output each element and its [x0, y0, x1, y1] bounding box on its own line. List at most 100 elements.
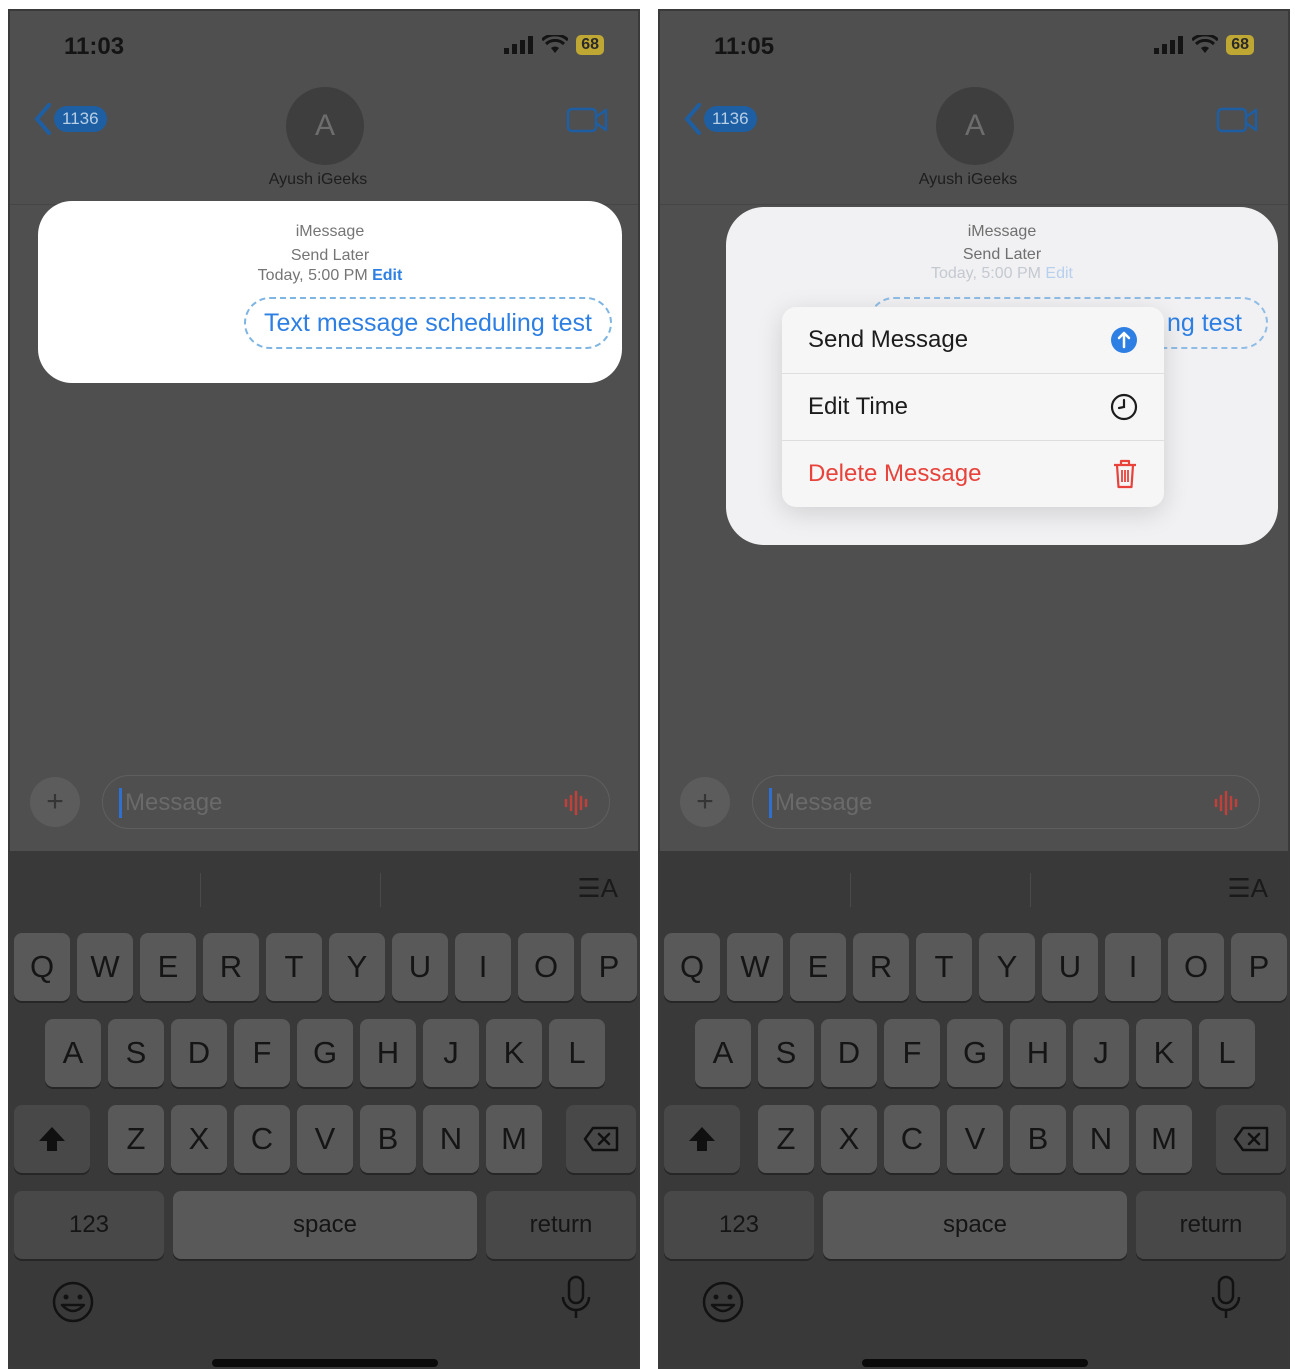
key-v[interactable]: V	[947, 1105, 1003, 1173]
key-b[interactable]: B	[360, 1105, 416, 1173]
scheduled-message-bubble[interactable]: Text message scheduling test	[244, 297, 612, 349]
key-f[interactable]: F	[884, 1019, 940, 1087]
key-z[interactable]: Z	[758, 1105, 814, 1173]
text-format-icon[interactable]: ☰A	[577, 873, 618, 904]
key-l[interactable]: L	[549, 1019, 605, 1087]
emoji-icon[interactable]	[50, 1279, 96, 1325]
add-attachment-button[interactable]: +	[30, 777, 80, 827]
delete-key[interactable]	[1216, 1105, 1286, 1173]
suggestion-divider	[200, 873, 201, 907]
key-g[interactable]: G	[297, 1019, 353, 1087]
menu-item-label: Delete Message	[808, 460, 982, 487]
key-q[interactable]: Q	[664, 933, 720, 1001]
key-s[interactable]: S	[758, 1019, 814, 1087]
key-m[interactable]: M	[486, 1105, 542, 1173]
key-d[interactable]: D	[821, 1019, 877, 1087]
key-n[interactable]: N	[1073, 1105, 1129, 1173]
key-u[interactable]: U	[392, 933, 448, 1001]
audio-waveform-icon[interactable]	[563, 790, 591, 816]
key-o[interactable]: O	[1168, 933, 1224, 1001]
key-w[interactable]: W	[727, 933, 783, 1001]
suggestion-bar: ☰A	[660, 851, 1288, 929]
key-a[interactable]: A	[45, 1019, 101, 1087]
message-input[interactable]	[775, 786, 1195, 820]
key-x[interactable]: X	[171, 1105, 227, 1173]
plus-icon: +	[696, 785, 714, 818]
contact-name[interactable]: Ayush iGeeks	[660, 171, 1276, 189]
delete-key[interactable]	[566, 1105, 636, 1173]
key-t[interactable]: T	[916, 933, 972, 1001]
key-l[interactable]: L	[1199, 1019, 1255, 1087]
key-w[interactable]: W	[77, 933, 133, 1001]
shift-key[interactable]	[664, 1105, 740, 1173]
numbers-key[interactable]: 123	[14, 1191, 164, 1259]
key-r[interactable]: R	[853, 933, 909, 1001]
key-y[interactable]: Y	[329, 933, 385, 1001]
key-n[interactable]: N	[423, 1105, 479, 1173]
key-k[interactable]: K	[1136, 1019, 1192, 1087]
send-message-menu-item[interactable]: Send Message	[782, 307, 1164, 373]
audio-waveform-icon[interactable]	[1213, 790, 1241, 816]
key-i[interactable]: I	[1105, 933, 1161, 1001]
key-f[interactable]: F	[234, 1019, 290, 1087]
key-x[interactable]: X	[821, 1105, 877, 1173]
scheduled-message-card: iMessage Send Later Today, 5:00 PM Edit …	[38, 201, 622, 383]
key-k[interactable]: K	[486, 1019, 542, 1087]
key-j[interactable]: J	[1073, 1019, 1129, 1087]
edit-schedule-link[interactable]: Edit	[372, 267, 402, 284]
key-e[interactable]: E	[140, 933, 196, 1001]
edit-time-menu-item[interactable]: Edit Time	[782, 374, 1164, 440]
avatar[interactable]: A	[936, 87, 1014, 165]
key-i[interactable]: I	[455, 933, 511, 1001]
key-h[interactable]: H	[1010, 1019, 1066, 1087]
key-t[interactable]: T	[266, 933, 322, 1001]
key-c[interactable]: C	[884, 1105, 940, 1173]
back-button[interactable]: 1136	[684, 103, 757, 135]
home-indicator[interactable]	[862, 1359, 1088, 1367]
key-d[interactable]: D	[171, 1019, 227, 1087]
status-icons: 68	[504, 35, 604, 55]
back-button[interactable]: 1136	[34, 103, 107, 135]
microphone-icon[interactable]	[1210, 1275, 1242, 1321]
key-e[interactable]: E	[790, 933, 846, 1001]
key-m[interactable]: M	[1136, 1105, 1192, 1173]
text-format-icon[interactable]: ☰A	[1227, 873, 1268, 904]
emoji-icon[interactable]	[700, 1279, 746, 1325]
contact-name[interactable]: Ayush iGeeks	[10, 171, 626, 189]
microphone-icon[interactable]	[560, 1275, 592, 1321]
key-q[interactable]: Q	[14, 933, 70, 1001]
key-z[interactable]: Z	[108, 1105, 164, 1173]
key-g[interactable]: G	[947, 1019, 1003, 1087]
edit-schedule-link[interactable]: Edit	[1045, 265, 1073, 282]
space-key[interactable]: space	[823, 1191, 1127, 1259]
key-a[interactable]: A	[695, 1019, 751, 1087]
return-key[interactable]: return	[1136, 1191, 1286, 1259]
cellular-signal-icon	[504, 36, 534, 54]
avatar[interactable]: A	[286, 87, 364, 165]
video-call-button[interactable]	[566, 106, 608, 139]
video-call-button[interactable]	[1216, 106, 1258, 139]
key-p[interactable]: P	[581, 933, 637, 1001]
message-input[interactable]	[125, 786, 545, 820]
key-h[interactable]: H	[360, 1019, 416, 1087]
key-v[interactable]: V	[297, 1105, 353, 1173]
key-c[interactable]: C	[234, 1105, 290, 1173]
key-j[interactable]: J	[423, 1019, 479, 1087]
message-field[interactable]	[752, 775, 1260, 829]
key-s[interactable]: S	[108, 1019, 164, 1087]
key-p[interactable]: P	[1231, 933, 1287, 1001]
numbers-key[interactable]: 123	[664, 1191, 814, 1259]
status-time: 11:03	[64, 33, 125, 60]
shift-key[interactable]	[14, 1105, 90, 1173]
home-indicator[interactable]	[212, 1359, 438, 1367]
return-key[interactable]: return	[486, 1191, 636, 1259]
space-key[interactable]: space	[173, 1191, 477, 1259]
key-o[interactable]: O	[518, 933, 574, 1001]
key-y[interactable]: Y	[979, 933, 1035, 1001]
key-u[interactable]: U	[1042, 933, 1098, 1001]
key-b[interactable]: B	[1010, 1105, 1066, 1173]
add-attachment-button[interactable]: +	[680, 777, 730, 827]
message-field[interactable]	[102, 775, 610, 829]
delete-message-menu-item[interactable]: Delete Message	[782, 441, 1164, 507]
key-r[interactable]: R	[203, 933, 259, 1001]
